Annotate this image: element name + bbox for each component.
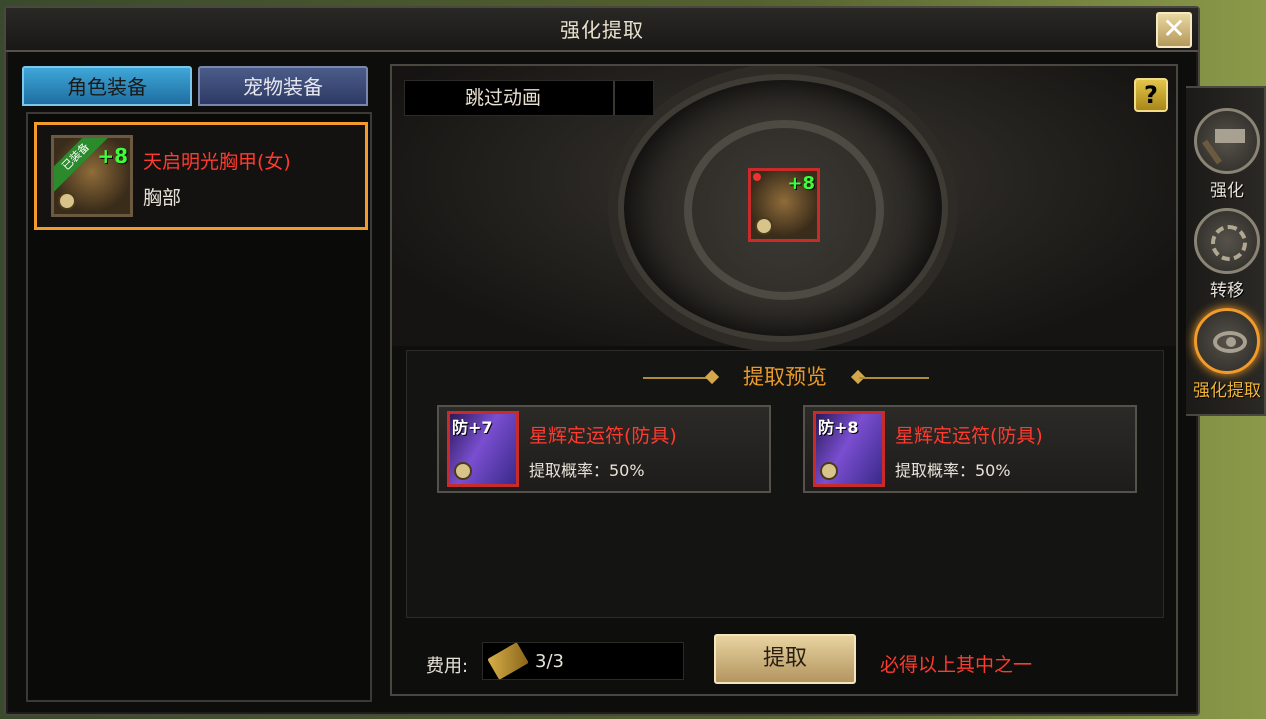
reward-tag: 防+8 (818, 418, 859, 437)
side-nav-label: 强化 (1210, 181, 1244, 201)
reward-name: 星辉定运符(防具) (895, 425, 1043, 447)
side-nav-label: 强化提取 (1193, 381, 1261, 401)
transfer-icon (1211, 225, 1247, 261)
side-nav-enhance-circle (1194, 108, 1260, 174)
checkbox[interactable] (613, 81, 615, 115)
bound-icon (820, 462, 838, 480)
close-icon: ✕ (1162, 12, 1186, 45)
question-icon: ? (1144, 81, 1158, 109)
list-item[interactable]: 已装备 +8 天启明光胸甲(女) 胸部 (34, 122, 368, 230)
divider (859, 377, 929, 379)
side-nav: 强化 转移 强化提取 (1186, 86, 1266, 416)
side-nav-label: 转移 (1210, 281, 1244, 301)
bound-icon (58, 192, 76, 210)
extract-content-panel: 跳过动画 ? +8 提取预览 防+7 星辉定运符(防具) 提取概率：50% 防+… (390, 64, 1178, 696)
reward-tag: 防+7 (452, 418, 493, 437)
window-title: 强化提取 (6, 8, 1198, 52)
enhance-level: +8 (97, 144, 128, 168)
enhance-level: +8 (787, 173, 815, 194)
equipment-list-panel: 角色装备 宠物装备 已装备 +8 天启明光胸甲(女) 胸部 (22, 66, 372, 706)
guarantee-text: 必得以上其中之一 (880, 654, 1033, 676)
close-button[interactable]: ✕ (1156, 12, 1192, 48)
reward-rate: 提取概率：50% (895, 461, 1011, 480)
bound-icon (454, 462, 472, 480)
extract-button[interactable]: 提取 (714, 634, 856, 684)
skip-animation-toggle[interactable]: 跳过动画 (404, 80, 654, 116)
bound-icon (755, 217, 773, 235)
side-nav-extract-circle (1194, 308, 1260, 374)
equipment-list: 已装备 +8 天启明光胸甲(女) 胸部 (26, 112, 372, 702)
ticket-icon (487, 642, 529, 680)
equipment-name: 天启明光胸甲(女) (143, 151, 291, 173)
side-nav-enhance[interactable]: 强化 (1192, 108, 1262, 201)
help-button[interactable]: ? (1134, 78, 1168, 112)
extract-icon (1213, 331, 1247, 353)
tab-character-equipment[interactable]: 角色装备 (22, 66, 192, 106)
preview-title: 提取预览 (743, 365, 827, 389)
red-dot-icon (753, 173, 761, 181)
talisman-icon: 防+7 (447, 411, 519, 487)
tab-pet-equipment[interactable]: 宠物装备 (198, 66, 368, 106)
equipment-tabs: 角色装备 宠物装备 (22, 66, 372, 106)
side-nav-transfer-circle (1194, 208, 1260, 274)
reward-card[interactable]: 防+7 星辉定运符(防具) 提取概率：50% (437, 405, 771, 493)
side-nav-extract[interactable]: 强化提取 (1192, 308, 1262, 401)
equipment-slot: 胸部 (143, 187, 182, 209)
reward-card[interactable]: 防+8 星辉定运符(防具) 提取概率：50% (803, 405, 1137, 493)
cost-display: 3/3 (482, 642, 684, 680)
reward-rate: 提取概率：50% (529, 461, 645, 480)
selected-equipment-slot[interactable]: +8 (748, 168, 820, 242)
cost-value: 3/3 (535, 651, 564, 672)
hammer-icon (1215, 129, 1245, 143)
side-nav-transfer[interactable]: 转移 (1192, 208, 1262, 301)
skip-animation-label: 跳过动画 (465, 87, 542, 109)
talisman-icon: 防+8 (813, 411, 885, 487)
extract-preview: 提取预览 防+7 星辉定运符(防具) 提取概率：50% 防+8 星辉定运符(防具… (406, 350, 1164, 618)
reward-name: 星辉定运符(防具) (529, 425, 677, 447)
cost-label: 费用: (426, 656, 469, 677)
chest-armor-icon: 已装备 +8 (51, 135, 133, 217)
